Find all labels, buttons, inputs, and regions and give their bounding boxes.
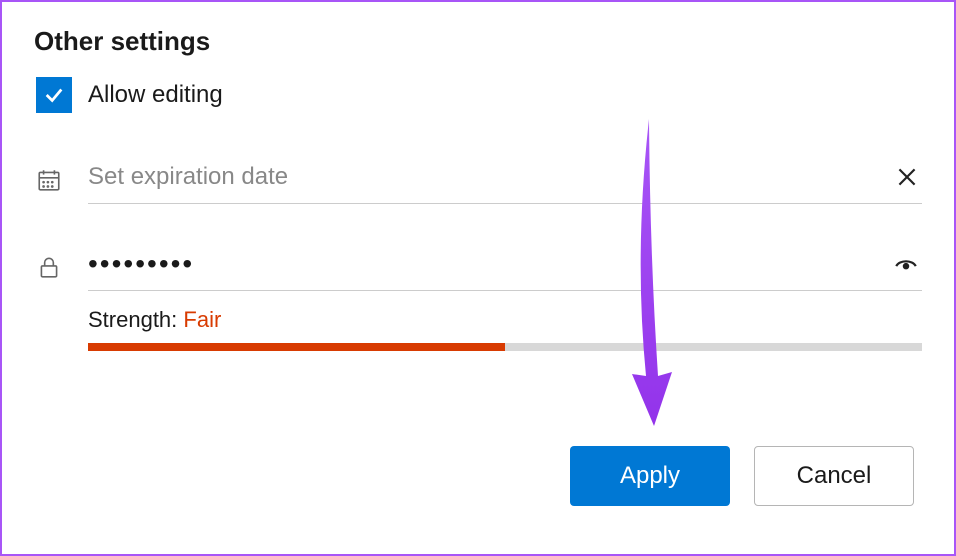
strength-bar	[88, 343, 922, 351]
button-row: Apply Cancel	[570, 446, 914, 506]
allow-editing-row: Allow editing	[34, 77, 922, 113]
cancel-button[interactable]: Cancel	[754, 446, 914, 506]
reveal-password-button[interactable]	[890, 248, 922, 280]
calendar-icon	[34, 167, 64, 193]
password-row: •••••••••	[34, 242, 922, 291]
expiration-date-input[interactable]	[88, 163, 891, 191]
close-icon	[894, 164, 920, 190]
eye-icon	[893, 251, 919, 277]
allow-editing-checkbox[interactable]	[36, 77, 72, 113]
strength-label: Strength:	[88, 307, 183, 332]
password-strength-block: Strength: Fair	[88, 307, 922, 351]
checkmark-icon	[43, 84, 65, 106]
strength-fill	[88, 343, 505, 351]
section-title: Other settings	[34, 26, 922, 57]
strength-value: Fair	[183, 307, 221, 332]
password-input[interactable]: •••••••••	[88, 250, 194, 278]
expiration-row	[34, 155, 922, 204]
apply-button[interactable]: Apply	[570, 446, 730, 506]
lock-icon	[34, 254, 64, 280]
clear-expiration-button[interactable]	[891, 161, 922, 193]
allow-editing-label: Allow editing	[88, 81, 223, 109]
